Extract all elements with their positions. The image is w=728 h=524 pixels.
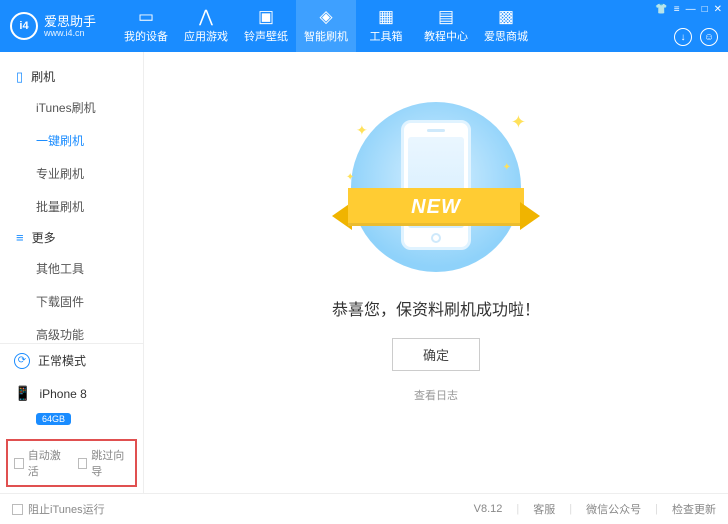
nav-toolbox[interactable]: ▦ 工具箱 <box>356 0 416 52</box>
brand-text: 爱思助手 www.i4.cn <box>44 15 96 38</box>
sidebar-item-advanced[interactable]: 高级功能 <box>0 318 143 343</box>
refresh-icon: ◈ <box>319 8 332 25</box>
sidebar-item-batch-flash[interactable]: 批量刷机 <box>0 190 143 223</box>
sidebar-item-itunes-flash[interactable]: iTunes刷机 <box>0 91 143 124</box>
nav-flash[interactable]: ◈ 智能刷机 <box>296 0 356 52</box>
nav-store[interactable]: ▩ 爱思商城 <box>476 0 536 52</box>
separator: | <box>569 503 572 515</box>
hero-ribbon: NEW <box>326 180 546 234</box>
nav-label: 教程中心 <box>424 28 468 44</box>
sidebar-group-title: 更多 <box>32 229 56 246</box>
brand-logo-icon: i4 <box>10 12 38 40</box>
device-storage-badge: 64GB <box>36 413 71 425</box>
sparkle-icon: ✦ <box>511 112 526 133</box>
top-nav: ▭ 我的设备 ⋀ 应用游戏 ▣ 铃声壁纸 ◈ 智能刷机 ▦ 工具箱 ▤ 教程中心 ▩ 爱思商城 <box>116 0 536 52</box>
close-icon[interactable]: ✕ <box>714 4 722 15</box>
brand: i4 爱思助手 www.i4.cn <box>0 12 106 40</box>
separator: | <box>516 503 519 515</box>
ribbon-text: NEW <box>348 188 524 226</box>
nav-my-device[interactable]: ▭ 我的设备 <box>116 0 176 52</box>
store-icon: ▩ <box>498 8 514 25</box>
phone-outline-icon: ▯ <box>16 69 23 85</box>
hero-illustration: ✦ ✦ ✦ ✦ NEW <box>326 102 546 272</box>
skin-icon[interactable]: 👕 <box>655 4 667 15</box>
mode-label: 正常模式 <box>38 352 86 369</box>
support-link[interactable]: 客服 <box>533 501 555 517</box>
separator: | <box>655 503 658 515</box>
check-skip-wizard[interactable]: 跳过向导 <box>78 447 130 479</box>
phone-icon: ▭ <box>138 8 154 25</box>
nav-label: 铃声壁纸 <box>244 28 288 44</box>
status-right: V8.12 | 客服 | 微信公众号 | 检查更新 <box>474 501 716 517</box>
main-panel: ✦ ✦ ✦ ✦ NEW 恭喜您，保资料刷机成功啦！ 确定 查看日志 <box>144 52 728 493</box>
success-message: 恭喜您，保资料刷机成功啦！ <box>332 296 540 320</box>
top-bar: i4 爱思助手 www.i4.cn ▭ 我的设备 ⋀ 应用游戏 ▣ 铃声壁纸 ◈ 智能刷… <box>0 0 728 52</box>
check-label: 自动激活 <box>28 447 66 479</box>
mode-normal-icon: ⟳ <box>14 353 30 369</box>
checkbox-icon <box>12 504 23 515</box>
nav-label: 我的设备 <box>124 28 168 44</box>
nav-tutorials[interactable]: ▤ 教程中心 <box>416 0 476 52</box>
wechat-link[interactable]: 微信公众号 <box>586 501 641 517</box>
user-button[interactable]: ☺ <box>700 28 718 46</box>
body: ▯ 刷机 iTunes刷机 一键刷机 专业刷机 批量刷机 ≡ 更多 其他工具 下载固… <box>0 52 728 493</box>
nav-label: 应用游戏 <box>184 28 228 44</box>
device-name: iPhone 8 <box>39 387 86 401</box>
view-log-link[interactable]: 查看日志 <box>414 387 458 403</box>
menu-icon[interactable]: ≡ <box>674 4 680 15</box>
checkbox-icon <box>78 458 88 469</box>
ok-button[interactable]: 确定 <box>392 338 480 371</box>
check-auto-activate[interactable]: 自动激活 <box>14 447 66 479</box>
mode-box[interactable]: ⟳ 正常模式 <box>0 344 143 377</box>
nav-label: 工具箱 <box>370 28 403 44</box>
sidebar-item-other-tools[interactable]: 其他工具 <box>0 252 143 285</box>
check-update-link[interactable]: 检查更新 <box>672 501 716 517</box>
sidebar-item-pro-flash[interactable]: 专业刷机 <box>0 157 143 190</box>
window-controls: 👕 ≡ — □ ✕ <box>655 4 722 15</box>
nav-apps[interactable]: ⋀ 应用游戏 <box>176 0 236 52</box>
check-label: 跳过向导 <box>91 447 129 479</box>
book-icon: ▤ <box>438 8 454 25</box>
sidebar-item-download-firmware[interactable]: 下载固件 <box>0 285 143 318</box>
toolbox-icon: ▦ <box>378 8 394 25</box>
brand-name: 爱思助手 <box>44 15 96 28</box>
sidebar: ▯ 刷机 iTunes刷机 一键刷机 专业刷机 批量刷机 ≡ 更多 其他工具 下载固… <box>0 52 144 493</box>
device-phone-icon: 📱 <box>14 385 31 402</box>
nav-label: 智能刷机 <box>304 28 348 44</box>
sparkle-icon: ✦ <box>503 162 511 173</box>
sidebar-scroll: ▯ 刷机 iTunes刷机 一键刷机 专业刷机 批量刷机 ≡ 更多 其他工具 下载固… <box>0 52 143 343</box>
status-bar: 阻止iTunes运行 V8.12 | 客服 | 微信公众号 | 检查更新 <box>0 493 728 524</box>
nav-label: 爱思商城 <box>484 28 528 44</box>
nav-ringtones[interactable]: ▣ 铃声壁纸 <box>236 0 296 52</box>
maximize-icon[interactable]: □ <box>702 4 708 15</box>
checkbox-icon <box>14 458 24 469</box>
version-label: V8.12 <box>474 503 503 515</box>
sidebar-group-flash[interactable]: ▯ 刷机 <box>0 62 143 91</box>
sidebar-item-oneclick-flash[interactable]: 一键刷机 <box>0 124 143 157</box>
minimize-icon[interactable]: — <box>686 4 696 15</box>
appstore-icon: ⋀ <box>199 8 213 25</box>
download-button[interactable]: ↓ <box>674 28 692 46</box>
check-label: 阻止iTunes运行 <box>28 501 105 517</box>
sidebar-bottom: ⟳ 正常模式 📱 iPhone 8 64GB 自动激活 跳过向导 <box>0 343 143 493</box>
sidebar-group-title: 刷机 <box>31 68 55 85</box>
sidebar-group-more[interactable]: ≡ 更多 <box>0 223 143 252</box>
image-icon: ▣ <box>258 8 274 25</box>
menu-lines-icon: ≡ <box>16 230 24 245</box>
device-box[interactable]: 📱 iPhone 8 64GB <box>0 377 143 435</box>
brand-url: www.i4.cn <box>44 28 96 38</box>
checks-row: 自动激活 跳过向导 <box>6 439 137 487</box>
sparkle-icon: ✦ <box>356 122 368 139</box>
check-block-itunes[interactable]: 阻止iTunes运行 <box>12 501 105 517</box>
top-right-actions: ↓ ☺ <box>674 28 718 46</box>
